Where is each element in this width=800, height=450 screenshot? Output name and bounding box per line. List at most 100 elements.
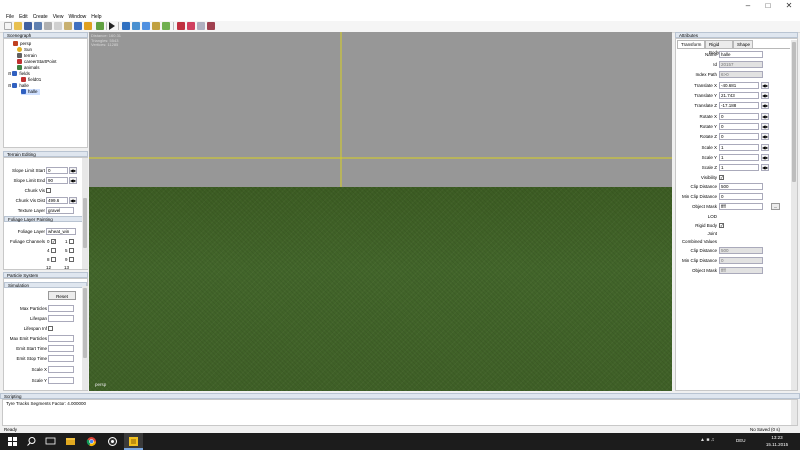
object-mask-input[interactable]: ffff <box>719 203 763 210</box>
menu-edit[interactable]: Edit <box>19 13 28 21</box>
tab-transform[interactable]: Transform <box>677 40 705 48</box>
min-clip-distance-input[interactable]: 0 <box>719 193 763 200</box>
menu-file[interactable]: File <box>6 13 14 21</box>
lifespan-inf-checkbox[interactable] <box>48 326 53 331</box>
channel-5-checkbox[interactable] <box>69 248 74 253</box>
channel-8-checkbox[interactable] <box>51 257 56 262</box>
minimize-button[interactable]: – <box>738 0 758 13</box>
attributes-scrollbar[interactable] <box>791 40 797 390</box>
scale-y-attr-input[interactable]: 1 <box>719 154 759 161</box>
object-mask-browse-button[interactable]: ... <box>771 203 780 210</box>
settings-icon[interactable] <box>197 22 205 30</box>
rigid-body-checkbox[interactable]: ✓ <box>719 223 724 228</box>
translate-z-input[interactable]: -17.188 <box>719 102 759 109</box>
console-scrollbar[interactable] <box>791 400 797 425</box>
cut-icon[interactable] <box>44 22 52 30</box>
menu-create[interactable]: Create <box>33 13 48 21</box>
particle-tool-icon[interactable] <box>162 22 170 30</box>
scrollbar-thumb[interactable] <box>83 288 87 358</box>
record-icon[interactable] <box>207 22 215 30</box>
copy-icon[interactable] <box>54 22 62 30</box>
foliage-layer-select[interactable]: wheat_win <box>46 228 76 235</box>
save-icon[interactable] <box>24 22 32 30</box>
clip-distance-input[interactable]: 500 <box>719 183 763 190</box>
expand-icon[interactable]: ⊟ <box>8 71 11 76</box>
chunk-vis-checkbox[interactable] <box>46 188 51 193</box>
windows-start-icon[interactable] <box>7 436 18 447</box>
terrain-tool-icon[interactable] <box>122 22 130 30</box>
reset-button[interactable]: Reset <box>48 291 76 300</box>
select-icon[interactable] <box>96 22 104 30</box>
scale-z-attr-spinner[interactable]: ◀▶ <box>761 164 769 171</box>
visibility-checkbox[interactable]: ✓ <box>719 175 724 180</box>
3d-viewport[interactable]: Distance: 160.31 Triangles: 5543 Vertice… <box>89 32 672 391</box>
play-icon[interactable] <box>109 22 115 30</box>
debug-icon[interactable] <box>187 22 195 30</box>
slope-limit-start-spinner[interactable]: ◀▶ <box>69 167 77 174</box>
translate-z-spinner[interactable]: ◀▶ <box>761 102 769 109</box>
rotate-z-input[interactable]: 0 <box>719 133 759 140</box>
tray-icons[interactable]: ▲ ■ ♫ <box>700 437 715 443</box>
view-tool-icon[interactable] <box>142 22 150 30</box>
search-icon[interactable] <box>26 436 37 447</box>
tree-item-halle-selected[interactable]: halle <box>21 89 40 95</box>
app-icon[interactable] <box>107 436 118 447</box>
scale-x-input[interactable] <box>48 366 74 373</box>
paste-icon[interactable] <box>64 22 72 30</box>
save-all-icon[interactable] <box>34 22 42 30</box>
scrollbar-thumb[interactable] <box>792 42 796 182</box>
name-input[interactable]: halle <box>719 51 763 58</box>
file-explorer-icon[interactable] <box>65 436 76 447</box>
close-button[interactable]: ✕ <box>779 0 799 13</box>
foliage-tool-icon[interactable] <box>132 22 140 30</box>
menu-window[interactable]: Window <box>68 13 86 21</box>
channel-1-checkbox[interactable] <box>69 239 74 244</box>
translate-y-spinner[interactable]: ◀▶ <box>761 92 769 99</box>
translate-y-input[interactable]: 21.743 <box>719 92 759 99</box>
light-tool-icon[interactable] <box>152 22 160 30</box>
rotate-y-input[interactable]: 0 <box>719 123 759 130</box>
translate-x-spinner[interactable]: ◀▶ <box>761 82 769 89</box>
scale-y-attr-spinner[interactable]: ◀▶ <box>761 154 769 161</box>
channel-4-checkbox[interactable] <box>51 248 56 253</box>
language-indicator[interactable]: DEU <box>736 438 746 443</box>
rotate-z-spinner[interactable]: ◀▶ <box>761 133 769 140</box>
tab-shape[interactable]: Shape <box>733 40 753 48</box>
chrome-icon[interactable] <box>86 436 97 447</box>
maximize-button[interactable]: □ <box>758 0 778 13</box>
translate-x-input[interactable]: -40.681 <box>719 82 759 89</box>
rotate-y-spinner[interactable]: ◀▶ <box>761 123 769 130</box>
redo-icon[interactable] <box>84 22 92 30</box>
max-emit-particles-input[interactable] <box>48 335 74 342</box>
expand-icon[interactable]: ⊟ <box>8 83 11 88</box>
particle-panel-scrollbar[interactable] <box>82 286 88 390</box>
task-view-icon[interactable] <box>45 436 56 447</box>
scale-x-attr-spinner[interactable]: ◀▶ <box>761 144 769 151</box>
new-file-icon[interactable] <box>4 22 12 30</box>
slope-limit-end-input[interactable]: 90 <box>46 177 68 184</box>
clock[interactable]: 13:23 15.11.2015 <box>762 434 792 448</box>
scripting-console[interactable]: Tyre Tracks Segments Factor: 4.000000 <box>2 399 798 426</box>
channel-9-checkbox[interactable] <box>69 257 74 262</box>
scale-x-attr-input[interactable]: 1 <box>719 144 759 151</box>
max-particles-input[interactable] <box>48 305 74 312</box>
texture-layer-select[interactable]: gravel <box>46 207 74 214</box>
scale-z-attr-input[interactable]: 1 <box>719 164 759 171</box>
scrollbar-thumb[interactable] <box>83 198 87 248</box>
rotate-x-input[interactable]: 0 <box>719 113 759 120</box>
scale-y-input[interactable] <box>48 377 74 384</box>
gear-icon[interactable] <box>177 22 185 30</box>
open-folder-icon[interactable] <box>14 22 22 30</box>
tab-rigid-body[interactable]: Rigid Body <box>705 40 733 55</box>
channel-0-checkbox[interactable]: ✓ <box>51 239 56 244</box>
emit-stop-time-input[interactable] <box>48 355 74 362</box>
giants-editor-taskbar-button[interactable] <box>124 433 143 450</box>
rotate-x-spinner[interactable]: ◀▶ <box>761 113 769 120</box>
menu-help[interactable]: Help <box>91 13 101 21</box>
menu-view[interactable]: View <box>53 13 64 21</box>
chunk-vis-dist-input[interactable]: 499.6 <box>46 197 68 204</box>
terrain-panel-scrollbar[interactable] <box>82 158 88 269</box>
slope-limit-start-input[interactable]: 0 <box>46 167 68 174</box>
emit-start-time-input[interactable] <box>48 345 74 352</box>
undo-icon[interactable] <box>74 22 82 30</box>
